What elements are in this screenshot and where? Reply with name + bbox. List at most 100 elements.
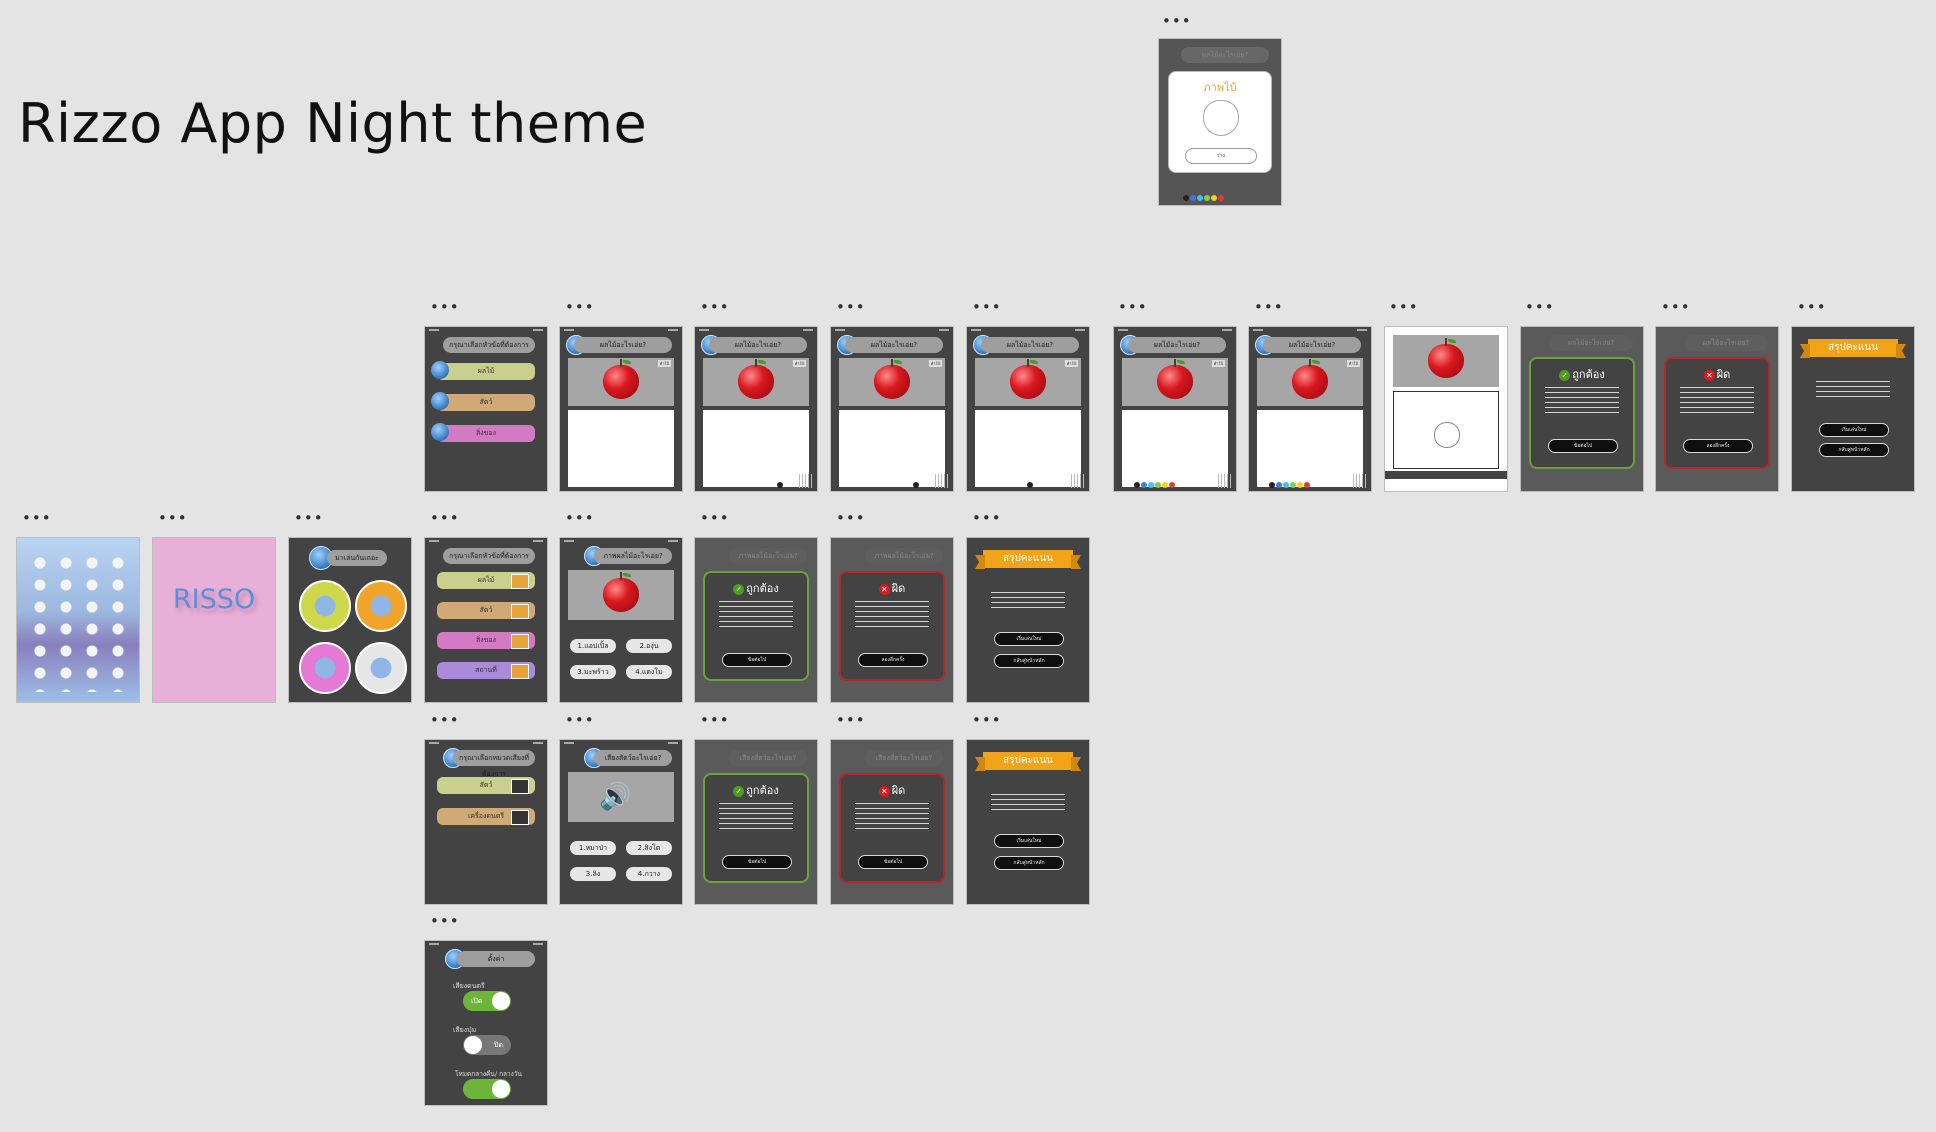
next-button[interactable]: ข้อต่อไป [722, 855, 792, 869]
brush-tools[interactable] [935, 474, 949, 488]
choice-4-button[interactable]: 4.กวาง [626, 867, 672, 881]
artboard-home[interactable]: มาเล่นกันเถอะ [288, 537, 412, 703]
category-animal-button[interactable]: สัตว์ [431, 392, 535, 411]
artboard-menu-dots[interactable]: ••• [836, 511, 866, 526]
category-object-button[interactable]: สิ่งของ [431, 423, 535, 442]
artboard-menu-dots[interactable]: ••• [972, 713, 1002, 728]
artboard-menu-dots[interactable]: ••• [1661, 300, 1691, 315]
category-instrument-button[interactable]: เครื่องดนตรี [437, 808, 535, 825]
artboard-menu-dots[interactable]: ••• [22, 511, 52, 526]
choice-2-button[interactable]: 2.องุ่น [626, 639, 672, 653]
artboard-menu-dots[interactable]: ••• [972, 511, 1002, 526]
home-button[interactable]: กลับสู่หน้าหลัก [1819, 443, 1889, 457]
drawing-canvas[interactable] [568, 410, 674, 487]
button-sound-toggle[interactable]: ปิด [463, 1035, 511, 1055]
color-palette[interactable] [1183, 195, 1224, 201]
artboard-menu-dots[interactable]: ••• [565, 713, 595, 728]
mode-settings-button[interactable] [355, 642, 407, 694]
artboard-menu-3[interactable]: กรุณาเลือกหมวดเสียงที่ต้องการ สัตว์ เครื… [424, 739, 548, 905]
artboard-menu-1[interactable]: กรุณาเลือกหัวข้อที่ต้องการ ผลไม้ สัตว์ ส… [424, 326, 548, 492]
drawing-canvas[interactable] [703, 410, 809, 487]
artboard-picquiz[interactable]: ภาพผลไม้อะไรเอ่ย? 1.แอปเปิ้ล 2.องุ่น 3.ม… [559, 537, 683, 703]
artboard-correct-2[interactable]: ภาพผลไม้อะไรเอ่ย? ✓ ถูกต้อง ข้อต่อไป [694, 537, 818, 703]
artboard-menu-2[interactable]: กรุณาเลือกหัวข้อที่ต้องการ ผลไม้ สัตว์ ส… [424, 537, 548, 703]
mode-draw-button[interactable] [299, 580, 351, 632]
artboard-draw-7[interactable] [1384, 326, 1508, 492]
artboard-menu-dots[interactable]: ••• [700, 511, 730, 526]
home-button[interactable]: กลับสู่หน้าหลัก [994, 654, 1064, 668]
artboard-summary-1[interactable]: สรุปคะแนน เริ่มเล่นใหม่ กลับสู่หน้าหลัก [1791, 326, 1915, 492]
artboard-menu-dots[interactable]: ••• [700, 713, 730, 728]
artboard-draw-2[interactable]: ผลไม้อะไรเอ่ย? คำใบ้ [694, 326, 818, 492]
artboard-menu-dots[interactable]: ••• [1389, 300, 1419, 315]
artboard-correct-1[interactable]: ผลไม้อะไรเอ่ย? ✓ ถูกต้อง ข้อต่อไป [1520, 326, 1644, 492]
artboard-menu-dots[interactable]: ••• [430, 300, 460, 315]
artboard-modal[interactable]: ผลไม้อะไรเอ่ย? ภาพไบ้ ร่าง [1158, 38, 1282, 206]
home-button[interactable]: กลับสู่หน้าหลัก [994, 856, 1064, 870]
artboard-menu-dots[interactable]: ••• [1254, 300, 1284, 315]
retry-button[interactable]: ลองอีกครั้ง [1683, 439, 1753, 453]
color-palette[interactable] [1269, 482, 1310, 488]
drawing-canvas[interactable] [1393, 391, 1499, 469]
retry-button[interactable]: ลองอีกครั้ง [858, 653, 928, 667]
artboard-menu-dots[interactable]: ••• [836, 300, 866, 315]
sound-panel[interactable]: 🔊 [568, 772, 674, 822]
artboard-menu-dots[interactable]: ••• [1525, 300, 1555, 315]
artboard-summary-2[interactable]: สรุปคะแนน เริ่มเล่นใหม่ กลับสู่หน้าหลัก [966, 537, 1090, 703]
next-button[interactable]: ข้อต่อไป [722, 653, 792, 667]
artboard-settings[interactable]: ตั้งค่า เสียงดนตรี เปิด เสียงปุ่ม ปิด โห… [424, 940, 548, 1106]
restart-button[interactable]: เริ่มเล่นใหม่ [994, 632, 1064, 646]
speaker-icon[interactable]: 🔊 [599, 783, 631, 811]
color-palette[interactable] [1027, 482, 1033, 488]
mode-sound-button[interactable] [299, 642, 351, 694]
brush-tools[interactable] [799, 474, 813, 488]
artboard-wrong-2[interactable]: ภาพผลไม้อะไรเอ่ย? ✕ ผิด ลองอีกครั้ง [830, 537, 954, 703]
artboard-ios-home[interactable] [16, 537, 140, 703]
color-palette[interactable] [913, 482, 919, 488]
category-animal-sound-button[interactable]: สัตว์ [437, 777, 535, 794]
artboard-draw-3[interactable]: ผลไม้อะไรเอ่ย? คำใบ้ [830, 326, 954, 492]
artboard-summary-3[interactable]: สรุปคะแนน เริ่มเล่นใหม่ กลับสู่หน้าหลัก [966, 739, 1090, 905]
restart-button[interactable]: เริ่มเล่นใหม่ [994, 834, 1064, 848]
artboard-draw-4[interactable]: ผลไม้อะไรเอ่ย? คำใบ้ [966, 326, 1090, 492]
theme-toggle[interactable] [463, 1079, 511, 1099]
next-button[interactable]: ข้อต่อไป [858, 855, 928, 869]
drawing-canvas[interactable] [1257, 410, 1363, 487]
choice-4-button[interactable]: 4.แตงโม [626, 665, 672, 679]
artboard-draw-6[interactable]: ผลไม้อะไรเอ่ย? คำใบ้ [1248, 326, 1372, 492]
artboard-menu-dots[interactable]: ••• [430, 914, 460, 929]
artboard-menu-dots[interactable]: ••• [294, 511, 324, 526]
category-fruit-button[interactable]: ผลไม้ [431, 361, 535, 380]
modal-button[interactable]: ร่าง [1185, 148, 1257, 164]
brush-tools[interactable] [1218, 474, 1232, 488]
choice-1-button[interactable]: 1.หมาป่า [570, 841, 616, 855]
artboard-correct-3[interactable]: เสียงสัตว์อะไรเอ่ย? ✓ ถูกต้อง ข้อต่อไป [694, 739, 818, 905]
brush-tools[interactable] [1353, 474, 1367, 488]
artboard-menu-dots[interactable]: ••• [700, 300, 730, 315]
artboard-menu-dots[interactable]: ••• [1797, 300, 1827, 315]
artboard-menu-dots[interactable]: ••• [430, 713, 460, 728]
artboard-splash[interactable]: RISSO [152, 537, 276, 703]
category-animal-button[interactable]: สัตว์ [437, 602, 535, 619]
mode-picture-button[interactable] [355, 580, 407, 632]
artboard-soundquiz[interactable]: เสียงสัตว์อะไรเอ่ย? 🔊 1.หมาป่า 2.สิงโต 3… [559, 739, 683, 905]
color-palette[interactable] [1134, 482, 1175, 488]
choice-2-button[interactable]: 2.สิงโต [626, 841, 672, 855]
choice-1-button[interactable]: 1.แอปเปิ้ล [570, 639, 616, 653]
artboard-wrong-1[interactable]: ผลไม้อะไรเอ่ย? ✕ ผิด ลองอีกครั้ง [1655, 326, 1779, 492]
artboard-draw-1[interactable]: ผลไม้อะไรเอ่ย? คำใบ้ [559, 326, 683, 492]
artboard-menu-dots[interactable]: ••• [836, 713, 866, 728]
choice-3-button[interactable]: 3.มะพร้าว [570, 665, 616, 679]
artboard-menu-dots[interactable]: ••• [1118, 300, 1148, 315]
artboard-draw-5[interactable]: ผลไม้อะไรเอ่ย? คำใบ้ [1113, 326, 1237, 492]
music-toggle[interactable]: เปิด [463, 991, 511, 1011]
artboard-menu-dots[interactable]: ••• [565, 511, 595, 526]
app-icons-grid[interactable] [27, 552, 131, 692]
brush-tools[interactable] [1071, 474, 1085, 488]
artboard-menu-dots[interactable]: ••• [565, 300, 595, 315]
artboard-menu-dots[interactable]: ••• [158, 511, 188, 526]
category-object-button[interactable]: สิ่งของ [437, 632, 535, 649]
artboard-menu-dots[interactable]: ••• [1162, 14, 1192, 29]
category-fruit-button[interactable]: ผลไม้ [437, 572, 535, 589]
choice-3-button[interactable]: 3.ลิง [570, 867, 616, 881]
